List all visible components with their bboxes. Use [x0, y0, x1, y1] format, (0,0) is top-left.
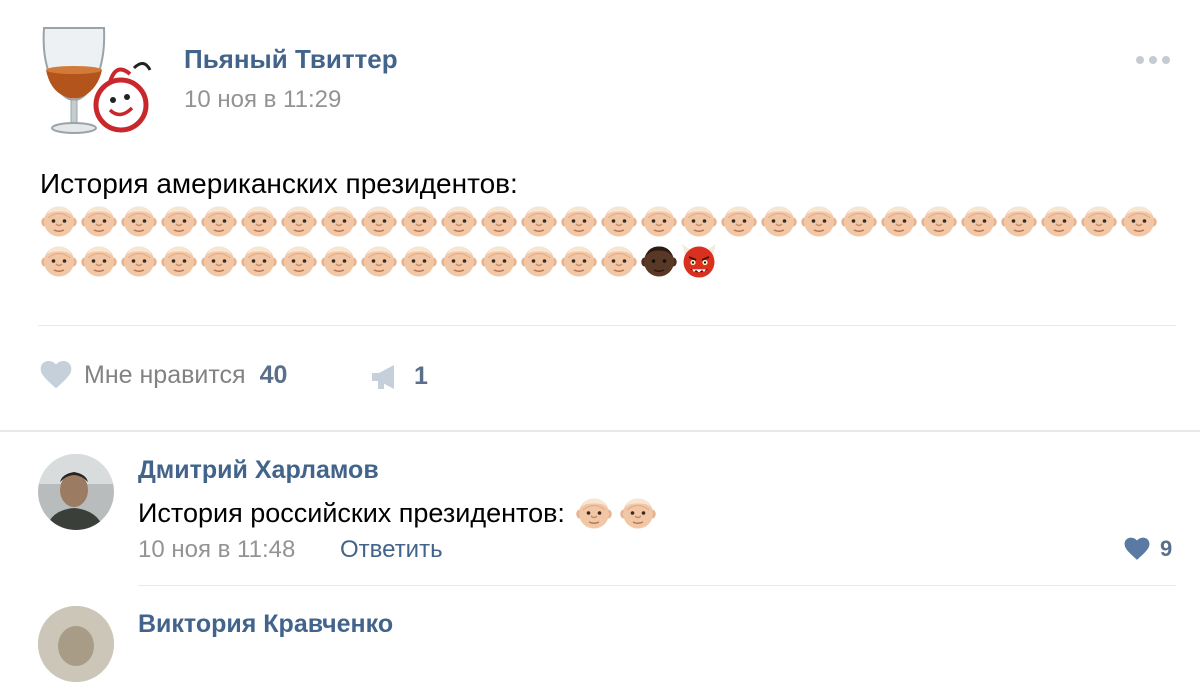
old-man-emoji: [400, 243, 438, 279]
old-man-emoji: [520, 203, 558, 239]
old-man-emoji: [1080, 203, 1118, 239]
old-man-emoji: [80, 203, 118, 239]
old-man-emoji: [640, 203, 678, 239]
old-man-emoji: [600, 203, 638, 239]
like-label: Мне нравится: [84, 360, 246, 389]
old-man-emoji: [1000, 203, 1038, 239]
share-count: 1: [414, 362, 428, 390]
emoji-row: [40, 243, 718, 279]
old-man-emoji: [160, 203, 198, 239]
section-divider: [0, 430, 1200, 432]
old-man-emoji: [560, 203, 598, 239]
old-man-emoji: [200, 243, 238, 279]
old-man-emoji: [1040, 203, 1078, 239]
old-man-emoji: [40, 203, 78, 239]
post-time[interactable]: 10 ноя в 11:29: [184, 86, 341, 114]
old-man-emoji: [520, 243, 558, 279]
post-text: История американских президентов:: [40, 168, 518, 199]
user-photo: [38, 606, 114, 682]
user-photo: [38, 454, 114, 530]
old-man-emoji: [600, 243, 638, 279]
old-man-emoji: [280, 243, 318, 279]
comment-text: История российских президентов:: [138, 495, 657, 531]
avatar[interactable]: [38, 606, 114, 682]
like-count: 40: [259, 360, 288, 389]
community-avatar[interactable]: [38, 22, 154, 138]
old-man-emoji: [120, 203, 158, 239]
old-man-emoji: [440, 203, 478, 239]
old-man-emoji: [920, 203, 958, 239]
old-man-emoji: [880, 203, 918, 239]
dark-man-emoji: [640, 243, 678, 279]
post: Пьяный Твиттер 10 ноя в 11:29 История ам…: [0, 0, 1200, 430]
old-man-emoji: [760, 203, 798, 239]
reply-link[interactable]: Ответить: [340, 536, 443, 564]
old-man-emoji: [200, 203, 238, 239]
comment-text-body: История российских президентов:: [138, 497, 565, 528]
old-man-emoji: [560, 243, 598, 279]
old-man-emoji: [840, 203, 878, 239]
divider: [138, 585, 1176, 586]
old-man-emoji: [160, 243, 198, 279]
post-author[interactable]: Пьяный Твиттер: [184, 44, 398, 75]
old-man-emoji: [120, 243, 158, 279]
comment-emoji: [569, 495, 657, 531]
old-man-emoji: [80, 243, 118, 279]
old-man-emoji: [400, 203, 438, 239]
comment-like-button[interactable]: 9: [1124, 536, 1172, 562]
comment-time[interactable]: 10 ноя в 11:48: [138, 536, 295, 564]
old-man-emoji: [40, 243, 78, 279]
avatar[interactable]: [38, 454, 114, 530]
more-dots-icon[interactable]: [1136, 56, 1170, 64]
old-man-emoji: [619, 495, 657, 531]
old-man-emoji: [240, 203, 278, 239]
heart-icon: [1124, 537, 1150, 561]
comment-author[interactable]: Дмитрий Харламов: [138, 456, 379, 485]
old-man-emoji: [240, 243, 278, 279]
like-button[interactable]: Мне нравится 40: [40, 360, 287, 390]
old-man-emoji: [440, 243, 478, 279]
divider: [38, 325, 1176, 326]
old-man-emoji: [480, 203, 518, 239]
old-man-emoji: [575, 495, 613, 531]
old-man-emoji: [720, 203, 758, 239]
old-man-emoji: [280, 203, 318, 239]
old-man-emoji: [1120, 203, 1158, 239]
smiley-logo-icon: [93, 77, 149, 133]
emoji-row: [40, 203, 1158, 239]
heart-icon: [40, 360, 72, 390]
old-man-emoji: [960, 203, 998, 239]
megaphone-icon: [372, 364, 394, 389]
comment-author[interactable]: Виктория Кравченко: [138, 610, 393, 639]
old-man-emoji: [360, 203, 398, 239]
old-man-emoji: [320, 203, 358, 239]
old-man-emoji: [800, 203, 838, 239]
old-man-emoji: [360, 243, 398, 279]
ogre-emoji: [680, 243, 718, 279]
old-man-emoji: [480, 243, 518, 279]
old-man-emoji: [320, 243, 358, 279]
old-man-emoji: [680, 203, 718, 239]
comment-like-count: 9: [1160, 536, 1173, 561]
share-button[interactable]: 1: [370, 362, 428, 391]
